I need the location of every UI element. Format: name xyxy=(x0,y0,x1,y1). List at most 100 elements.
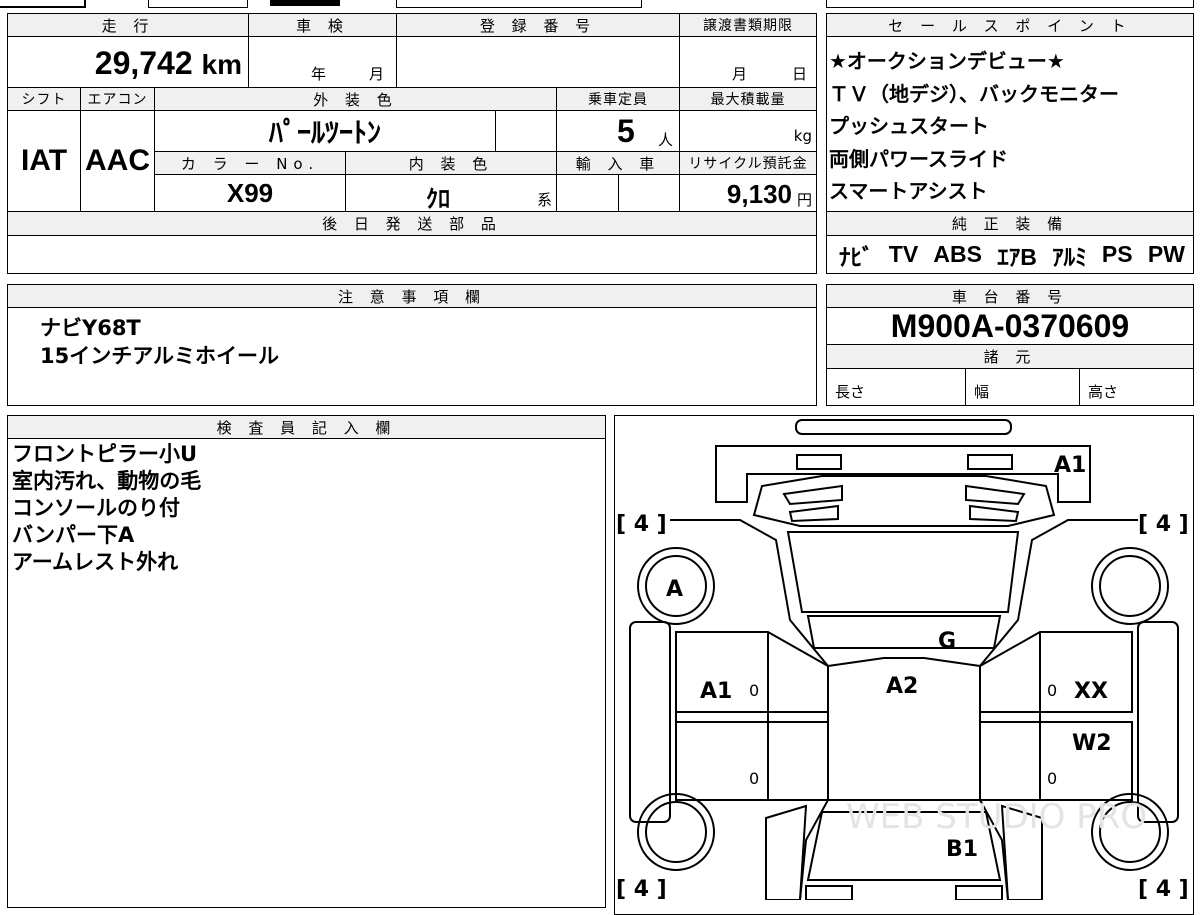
transfer-day-unit: 日 xyxy=(792,65,808,83)
shaken-cell: 年 月 xyxy=(248,36,397,88)
damage-right-front-door: XX xyxy=(1074,679,1108,704)
car-diagram: [ 4 ] [ 4 ] [ 4 ] [ 4 ] A1 A G A2 A1 XX … xyxy=(616,419,1189,900)
equipment-item: ABS xyxy=(933,241,982,267)
inspector-body: フロントピラー小U 室内汚れ、動物の毛 コンソールのり付 バンパー下A アームレ… xyxy=(7,438,606,908)
shaken-year-unit: 年 xyxy=(311,65,327,83)
zero-mark: 0 xyxy=(749,681,759,700)
chassis-header: 車 台 番 号 xyxy=(826,284,1194,308)
recycle-cell: 9,130 円 xyxy=(679,174,817,212)
sales-point-item: プッシュスタート xyxy=(829,114,989,138)
diagram-wheel-fr xyxy=(1091,547,1169,625)
aircon-value: AAC xyxy=(80,110,155,212)
later-parts-cell xyxy=(7,235,817,274)
diagram-right-front-door xyxy=(979,631,1133,713)
diagram-right-sill xyxy=(1137,621,1179,823)
zero-mark: 0 xyxy=(1047,769,1057,788)
tire-tread-rear-right: [ 4 ] xyxy=(1138,877,1189,900)
capacity-value: 5 xyxy=(617,113,635,149)
shaken-header: 車 検 xyxy=(248,13,397,37)
specs-length: 長さ xyxy=(826,368,966,406)
damage-left-front-door: A1 xyxy=(700,679,732,704)
sales-point-item: 両側パワースライド xyxy=(829,146,1008,171)
max-load-header: 最大積載量 xyxy=(679,87,817,111)
mileage-unit: km xyxy=(201,49,242,80)
shaken-month-unit: 月 xyxy=(369,65,385,83)
chassis-value: M900A-0370609 xyxy=(826,307,1194,345)
diagram-left-rear-door xyxy=(675,721,829,801)
equipment-item: PS xyxy=(1101,241,1133,267)
import-cell-left xyxy=(556,174,619,212)
interior-color-header: 内 装 色 xyxy=(345,151,557,175)
recycle-header: リサイクル預託金 xyxy=(679,151,817,175)
sales-points-list: ★オークションデビュー★ ＴＶ（地デジ）、バックモニター プッシュスタート 両側… xyxy=(826,36,1194,212)
capacity-header: 乗車定員 xyxy=(556,87,680,111)
exterior-color-value: ﾊﾟｰﾙﾂｰﾄﾝ xyxy=(154,110,496,152)
diagram-hood xyxy=(752,475,1056,527)
specs-width: 幅 xyxy=(965,368,1080,406)
watermark: WEB STUDIO PRO xyxy=(846,797,1147,837)
transfer-deadline-header: 譲渡書類期限 xyxy=(679,13,817,37)
equipment-item: ｴｱB xyxy=(997,243,1037,270)
inspector-line: アームレスト外れ xyxy=(12,550,179,574)
mileage-value: 29,742 xyxy=(94,45,193,81)
later-parts-header: 後 日 発 送 部 品 xyxy=(7,211,817,236)
damage-windshield: G xyxy=(938,629,956,654)
inspector-line: バンパー下A xyxy=(12,523,135,547)
import-header: 輸 入 車 xyxy=(556,151,680,175)
inspector-line: コンソールのり付 xyxy=(12,496,180,520)
interior-color-suffix: 系 xyxy=(536,191,552,209)
diagram-front-bar xyxy=(795,419,1012,435)
tire-tread-front-left: [ 4 ] xyxy=(616,512,667,537)
specs-length-label: 長さ xyxy=(835,383,866,401)
notes-header: 注 意 事 項 欄 xyxy=(7,284,817,308)
recycle-value: 9,130 xyxy=(726,179,792,209)
genuine-equipment-header: 純 正 装 備 xyxy=(826,211,1194,236)
equipment-item: ﾅﾋﾞ xyxy=(839,243,874,270)
damage-front-bumper: A1 xyxy=(1054,453,1086,478)
specs-header: 諸 元 xyxy=(826,344,1194,369)
tire-tread-rear-left: [ 4 ] xyxy=(616,877,667,900)
diagram-headlight-right xyxy=(967,454,1013,470)
exterior-color-header: 外 装 色 xyxy=(154,87,557,111)
capacity-unit: 人 xyxy=(657,131,673,149)
car-diagram-panel: [ 4 ] [ 4 ] [ 4 ] [ 4 ] A1 A G A2 A1 XX … xyxy=(614,415,1194,915)
sales-point-item: ★オークションデビュー★ xyxy=(829,49,1065,73)
top-strip xyxy=(0,0,1200,8)
inspector-line: フロントピラー小U xyxy=(12,442,198,466)
registration-cell xyxy=(396,36,680,88)
shift-header: シフト xyxy=(7,87,81,111)
inspector-header: 検 査 員 記 入 欄 xyxy=(7,415,606,439)
equipment-item: ｱﾙﾐ xyxy=(1052,243,1087,270)
diagram-front-bumper xyxy=(715,445,1091,503)
genuine-equipment-list: ﾅﾋﾞ TV ABS ｴｱB ｱﾙﾐ PS PW xyxy=(826,235,1194,274)
interior-color-value: ｸﾛ xyxy=(426,186,450,213)
diagram-windshield xyxy=(786,531,1020,613)
notes-body: ナビY68T 15インチアルミホイール xyxy=(7,307,817,406)
exterior-color-extra xyxy=(495,110,557,152)
sales-point-item: スマートアシスト xyxy=(829,179,988,203)
registration-header: 登 録 番 号 xyxy=(396,13,680,37)
tire-tread-front-right: [ 4 ] xyxy=(1138,512,1189,537)
mileage-cell: 29,742 km xyxy=(7,36,249,88)
diagram-left-sill xyxy=(629,621,671,823)
equipment-item: TV xyxy=(888,241,919,267)
sales-points-header: セ ー ル ス ポ イ ン ト xyxy=(826,13,1194,37)
inspector-line: 室内汚れ、動物の毛 xyxy=(12,469,202,493)
note-line: ナビY68T xyxy=(40,316,141,340)
mileage-header: 走 行 xyxy=(7,13,249,37)
max-load-cell: kg xyxy=(679,110,817,152)
diagram-headlight-left xyxy=(796,454,842,470)
damage-front-left-wheel: A xyxy=(666,577,683,602)
aircon-header: エアコン xyxy=(80,87,155,111)
damage-roof: A2 xyxy=(886,674,918,699)
capacity-cell: 5 人 xyxy=(556,110,680,152)
color-no-value: X99 xyxy=(154,174,346,212)
zero-mark: 0 xyxy=(749,769,759,788)
interior-color-cell: ｸﾛ 系 xyxy=(345,174,557,213)
damage-rear: B1 xyxy=(946,837,978,862)
note-line: 15インチアルミホイール xyxy=(40,344,280,368)
specs-height-label: 高さ xyxy=(1088,383,1119,401)
equipment-item: PW xyxy=(1147,241,1185,267)
specs-width-label: 幅 xyxy=(974,383,990,401)
damage-right-rear-door: W2 xyxy=(1072,731,1112,756)
